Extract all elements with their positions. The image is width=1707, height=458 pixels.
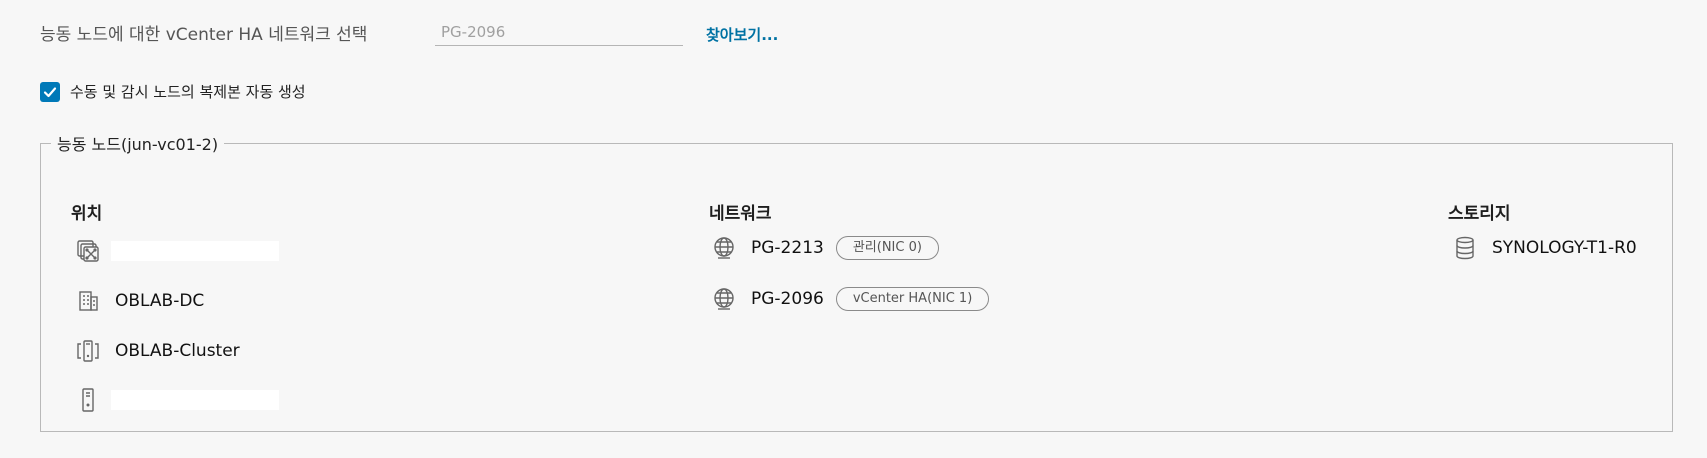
location-label: OBLAB-Cluster bbox=[115, 341, 240, 361]
active-node-legend: 능동 노드(jun-vc01-2) bbox=[57, 135, 219, 154]
vcenter-icon bbox=[75, 238, 101, 264]
host-icon bbox=[75, 387, 101, 413]
network-icon bbox=[711, 286, 737, 312]
storage-header: 스토리지 bbox=[1448, 204, 1511, 224]
location-item-vcenter bbox=[75, 238, 279, 264]
location-host-redacted bbox=[111, 390, 279, 410]
network-item: PG-2213 관리(NIC 0) bbox=[711, 235, 939, 261]
auto-clone-checkbox[interactable] bbox=[40, 81, 60, 102]
network-select-label: 능동 노드에 대한 vCenter HA 네트워크 선택 bbox=[40, 25, 368, 45]
location-vcenter-redacted bbox=[111, 241, 279, 261]
browse-link[interactable]: 찾아보기... bbox=[706, 24, 778, 45]
cluster-icon bbox=[75, 338, 101, 364]
network-input[interactable] bbox=[435, 18, 683, 46]
location-label: OBLAB-DC bbox=[115, 291, 205, 311]
network-icon bbox=[711, 235, 737, 261]
network-label: PG-2213 bbox=[751, 238, 824, 258]
nic-badge: 관리(NIC 0) bbox=[835, 236, 939, 260]
datacenter-icon bbox=[75, 288, 101, 314]
auto-clone-checkbox-label: 수동 및 감시 노드의 복제본 자동 생성 bbox=[70, 83, 306, 101]
storage-label: SYNOLOGY-T1-R0 bbox=[1492, 238, 1637, 258]
network-item: PG-2096 vCenter HA(NIC 1) bbox=[711, 286, 990, 312]
nic-badge: vCenter HA(NIC 1) bbox=[835, 287, 990, 311]
active-node-panel: 능동 노드(jun-vc01-2) 위치 OBLAB-DC OBLAB-Clus… bbox=[40, 131, 1673, 432]
location-item-datacenter: OBLAB-DC bbox=[75, 288, 204, 314]
checkmark-icon bbox=[43, 86, 57, 97]
location-item-host bbox=[75, 387, 279, 413]
location-item-cluster: OBLAB-Cluster bbox=[75, 338, 240, 364]
network-header: 네트워크 bbox=[709, 204, 772, 224]
location-header: 위치 bbox=[71, 204, 103, 224]
network-label: PG-2096 bbox=[751, 289, 824, 309]
datastore-icon bbox=[1452, 235, 1478, 261]
auto-clone-checkbox-row[interactable]: 수동 및 감시 노드의 복제본 자동 생성 bbox=[40, 81, 306, 102]
storage-item: SYNOLOGY-T1-R0 bbox=[1452, 235, 1637, 261]
